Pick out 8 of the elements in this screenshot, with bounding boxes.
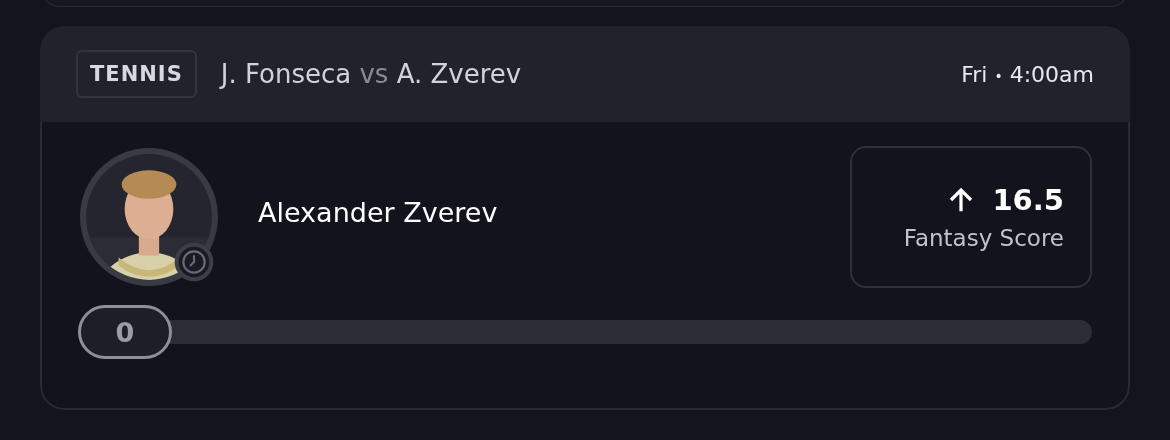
match-title: J. Fonseca vs A. Zverev	[220, 59, 522, 89]
projection-card[interactable]: 16.5 Fantasy Score	[850, 146, 1092, 288]
projection-value: 16.5	[992, 183, 1064, 217]
start-time: Fri • 4:00am	[961, 61, 1094, 87]
player-name: Alexander Zverev	[258, 196, 498, 228]
projection-label: Fantasy Score	[903, 225, 1064, 251]
sport-tag: TENNIS	[76, 50, 197, 98]
progress-thumb[interactable]: 0	[78, 305, 172, 359]
